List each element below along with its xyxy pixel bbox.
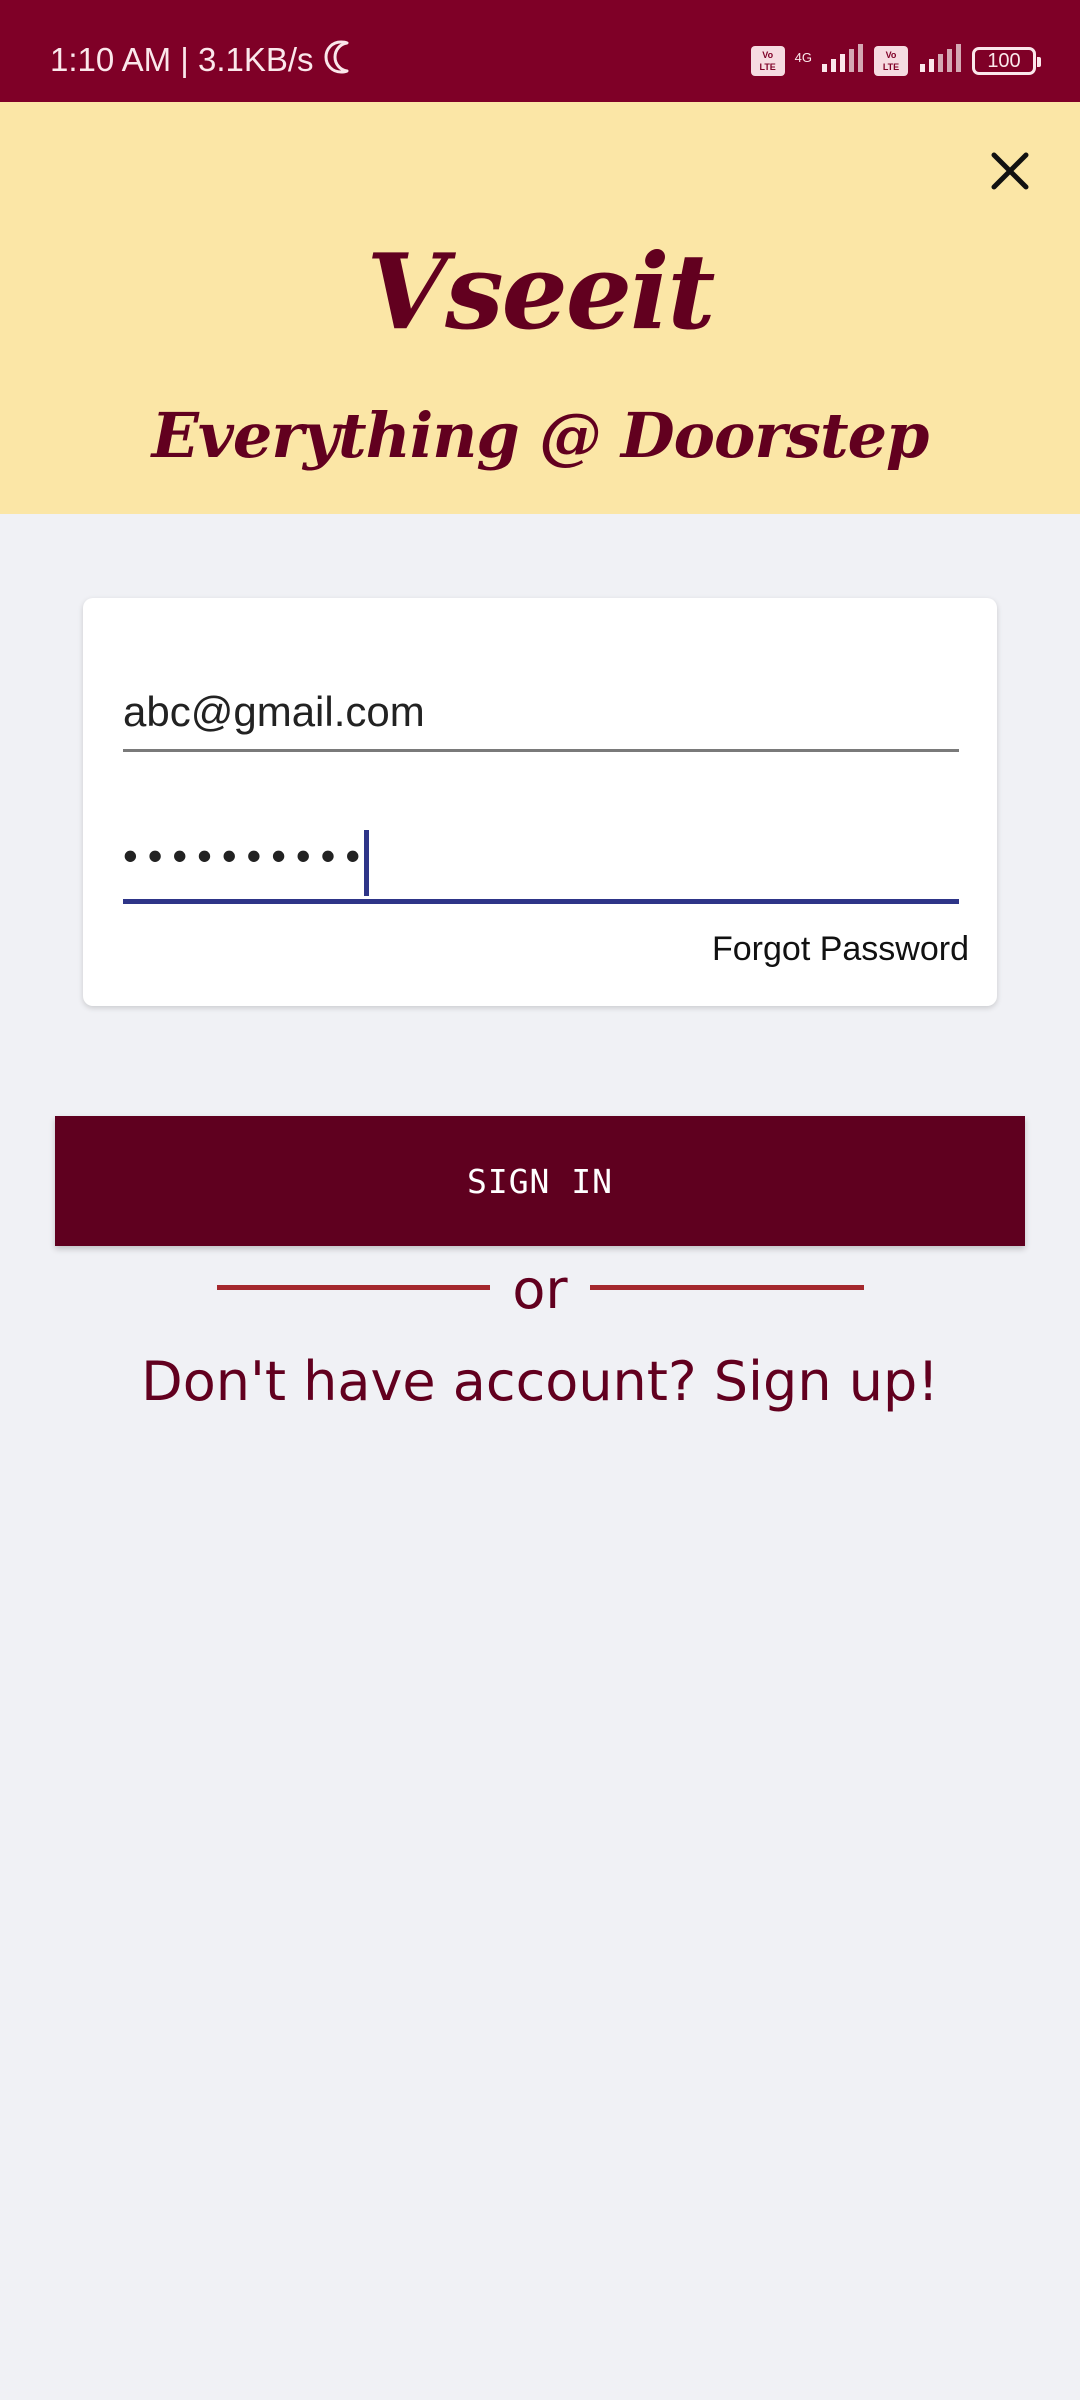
text-caret [364, 830, 370, 896]
volte-icon-2: Vo LTE [874, 46, 908, 76]
forgot-password-link[interactable]: Forgot Password [712, 932, 969, 966]
email-value: abc@gmail.com [123, 688, 425, 735]
password-value: •••••••••• [123, 832, 371, 879]
signal-icon-2 [918, 44, 962, 78]
sign-up-link[interactable]: Don't have account? Sign up! [0, 1355, 1080, 1409]
password-field[interactable]: •••••••••• [123, 828, 959, 904]
login-card: abc@gmail.com •••••••••• Forgot Password [83, 598, 997, 1006]
signal-icon [820, 44, 864, 78]
close-icon [991, 152, 1029, 190]
or-divider: or [0, 1263, 1080, 1323]
status-bar: 1:10 AM | 3.1KB/s Vo LTE 4G Vo LTE 100 [0, 0, 1080, 102]
status-left: 1:10 AM | 3.1KB/s [50, 40, 358, 79]
brand-tagline: Everything @ Doorstep [151, 399, 930, 472]
brand-title: Vseeit [366, 230, 715, 353]
or-line-right [590, 1285, 864, 1290]
close-button[interactable] [985, 146, 1035, 196]
network-type: 4G [794, 49, 812, 65]
status-time-speed: 1:10 AM | 3.1KB/s [50, 41, 314, 78]
sign-in-button[interactable]: SIGN IN [55, 1116, 1025, 1246]
sign-in-label: SIGN IN [466, 1161, 614, 1201]
volte-icon: Vo LTE [750, 46, 785, 76]
moon-icon [324, 40, 358, 79]
or-line-left [217, 1285, 490, 1290]
status-right: Vo LTE 4G Vo LTE 100 [750, 44, 1041, 78]
or-text: or [512, 1258, 568, 1321]
battery-icon: 100 [972, 47, 1041, 75]
email-field[interactable]: abc@gmail.com [123, 690, 959, 752]
battery-level: 100 [987, 50, 1021, 72]
